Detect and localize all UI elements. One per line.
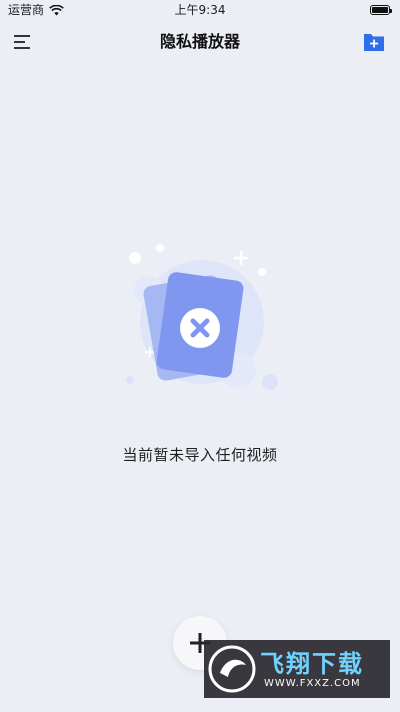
watermark-brand: 飞翔下载	[260, 650, 364, 678]
watermark-logo	[208, 645, 256, 693]
folder-add-icon	[364, 34, 384, 51]
status-bar: 运营商 上午9:34	[0, 0, 400, 20]
battery-icon	[370, 5, 392, 15]
empty-video-cards-icon	[110, 240, 280, 410]
nav-bar: 隐私播放器	[0, 20, 400, 64]
watermark: 飞翔下载 WWW.FXXZ.COM	[204, 640, 390, 698]
watermark-url: WWW.FXXZ.COM	[264, 678, 361, 689]
add-folder-button[interactable]	[362, 30, 386, 54]
page-title: 隐私播放器	[159, 32, 240, 51]
empty-state-message: 当前暂未导入任何视频	[122, 446, 278, 464]
status-time: 上午9:34	[174, 3, 226, 17]
